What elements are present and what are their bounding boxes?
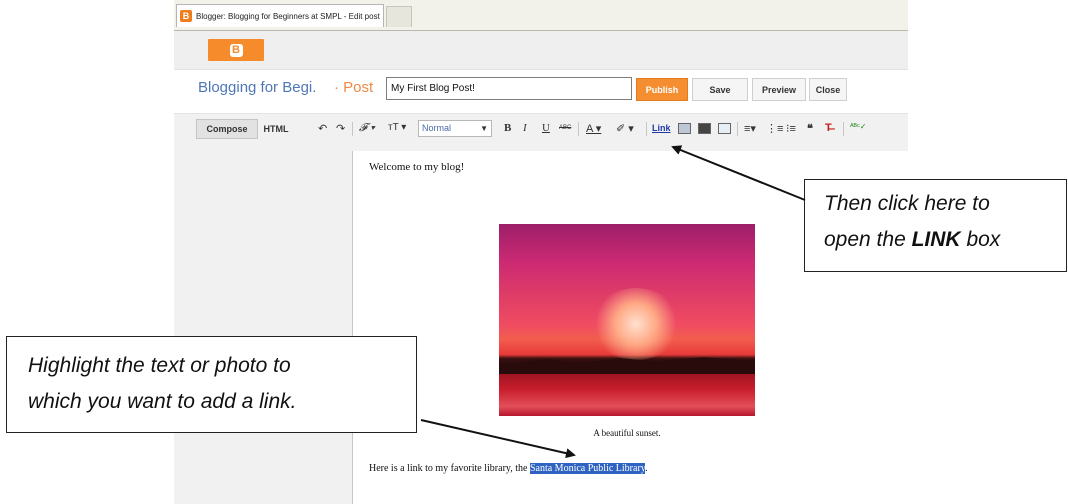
link-callout-line-2: open the LINK box [824, 222, 1066, 258]
text-color-icon[interactable]: A ▾ [586, 122, 601, 135]
strikethrough-icon[interactable]: ABC [559, 125, 571, 131]
clear-formatting-icon[interactable]: T̶ [825, 122, 832, 134]
insert-image-icon[interactable] [678, 123, 691, 134]
blogger-favicon-icon: B [180, 10, 192, 22]
publish-button[interactable]: Publish [636, 78, 688, 101]
image-caption[interactable]: A beautiful sunset. [499, 428, 755, 438]
link-callout-line-1: Then click here to [824, 192, 990, 215]
highlight-callout-line-1: Highlight the text or photo to [28, 354, 291, 377]
link-paragraph-suffix: . [645, 463, 648, 474]
blog-title-link[interactable]: Blogging for Begi. [198, 79, 316, 96]
link-paragraph-prefix: Here is a link to my favorite library, t… [369, 463, 528, 474]
toolbar-divider [646, 122, 647, 136]
new-tab-button[interactable] [386, 6, 412, 27]
paragraph-format-value: Normal [422, 123, 452, 133]
italic-icon[interactable]: I [523, 122, 527, 134]
insert-video-icon[interactable] [698, 123, 711, 134]
redo-icon[interactable]: ↷ [336, 122, 345, 135]
toolbar-divider [737, 122, 738, 136]
link-callout-suffix: box [966, 228, 1001, 251]
undo-icon[interactable]: ↶ [318, 122, 327, 135]
numbered-list-icon[interactable]: ⋮≡ [766, 122, 783, 135]
quote-icon[interactable]: ❝ [807, 122, 813, 135]
post-title-input[interactable] [386, 77, 632, 100]
toolbar-divider [352, 122, 353, 136]
editor-toolbar: Compose HTML ↶ ↷ 𝓕 ▾ тT ▾ Normal ▼ B I U… [174, 113, 908, 145]
highlight-color-icon[interactable]: ✐ ▾ [616, 122, 634, 135]
link-paragraph[interactable]: Here is a link to my favorite library, t… [369, 463, 648, 474]
highlight-instruction-callout: Highlight the text or photo to which you… [6, 336, 417, 433]
bold-icon[interactable]: B [504, 122, 511, 134]
paragraph-format-select[interactable]: Normal ▼ [418, 120, 492, 137]
blogger-navbar: B [174, 31, 908, 70]
sunset-sun-glow [591, 288, 681, 360]
browser-tab-title: Blogger: Blogging for Beginners at SMPL … [196, 11, 380, 21]
font-family-icon[interactable]: 𝓕 ▾ [359, 122, 375, 135]
browser-tab-bar: B Blogger: Blogging for Beginners at SMP… [174, 0, 908, 31]
link-callout-bold: LINK [911, 228, 961, 251]
save-button[interactable]: Save [692, 78, 748, 101]
link-button[interactable]: Link [652, 123, 671, 133]
compose-mode-button[interactable]: Compose [196, 119, 258, 139]
toolbar-divider [843, 122, 844, 136]
underline-icon[interactable]: U [542, 122, 550, 134]
spellcheck-icon[interactable]: ᴬᴮᶜ✓ [850, 122, 866, 131]
welcome-text[interactable]: Welcome to my blog! [369, 161, 464, 173]
post-header: Blogging for Begi. · Post Publish Save P… [174, 70, 908, 110]
jump-break-icon[interactable] [718, 123, 731, 134]
link-callout-prefix: open the [824, 228, 906, 251]
font-size-icon[interactable]: тT ▾ [388, 122, 406, 133]
browser-tab-active[interactable]: B Blogger: Blogging for Beginners at SMP… [176, 4, 384, 27]
toolbar-divider [578, 122, 579, 136]
bulleted-list-icon[interactable]: ⁝≡ [786, 122, 796, 135]
blogger-logo-button[interactable]: B [208, 39, 264, 61]
link-instruction-callout: Then click here to open the LINK box [804, 179, 1067, 272]
preview-button[interactable]: Preview [752, 78, 806, 101]
html-mode-button[interactable]: HTML [258, 119, 294, 139]
highlight-callout-line-2: which you want to add a link. [28, 390, 297, 413]
highlighted-link-text[interactable]: Santa Monica Public Library [529, 463, 646, 474]
sunset-image[interactable] [499, 224, 755, 416]
blogger-logo-icon: B [229, 43, 243, 57]
editor-area: Welcome to my blog! A beautiful sunset. … [174, 144, 908, 504]
alignment-icon[interactable]: ≡▾ [744, 122, 756, 135]
post-label: · Post [334, 79, 374, 96]
chevron-down-icon: ▼ [480, 124, 488, 133]
close-button[interactable]: Close [809, 78, 847, 101]
